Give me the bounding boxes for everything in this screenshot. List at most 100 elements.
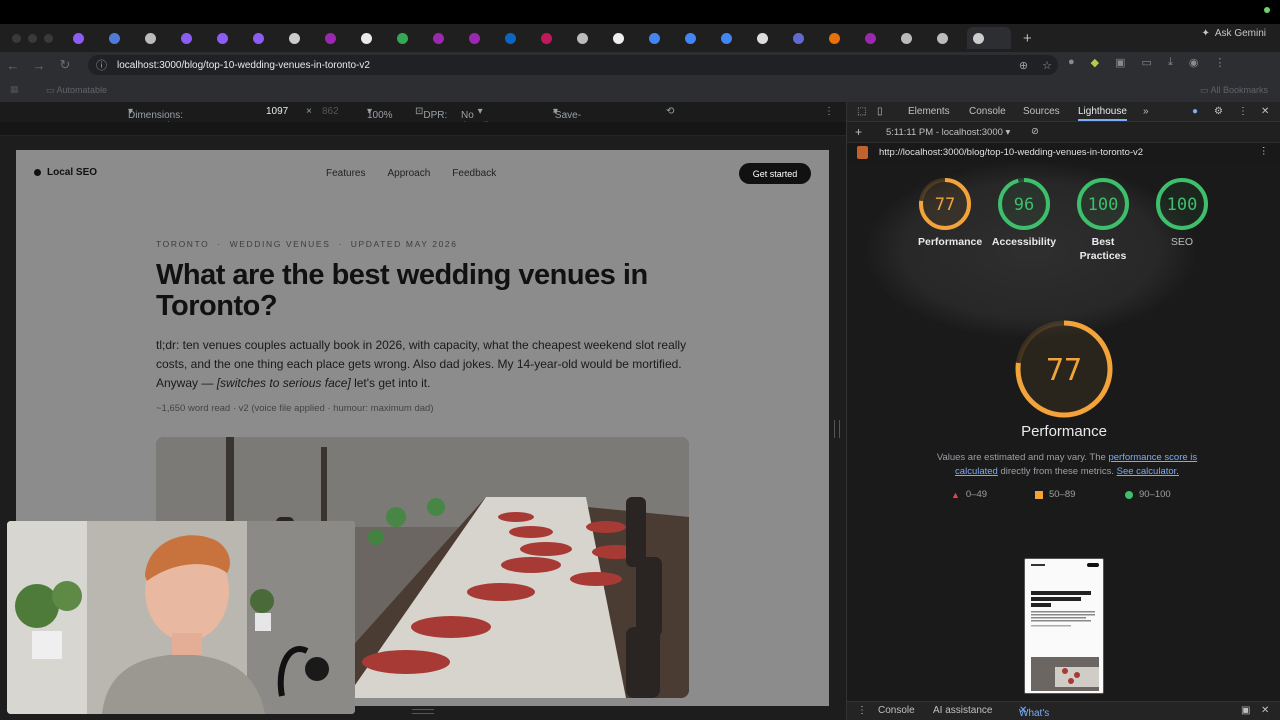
- height-input[interactable]: 862: [322, 106, 339, 117]
- rotate-icon[interactable]: ⟲: [666, 106, 674, 117]
- back-icon[interactable]: ←: [0, 58, 26, 73]
- circle-icon: [1125, 490, 1133, 499]
- svg-text:77: 77: [1046, 353, 1082, 388]
- legend-average: 50–89: [1035, 489, 1075, 500]
- tab-console[interactable]: Console: [969, 106, 1006, 117]
- browser-tab[interactable]: [787, 27, 823, 49]
- dimensions-select[interactable]: Dimensions: Responsive ▾: [128, 106, 183, 132]
- page-screenshot-thumbnail[interactable]: [1024, 558, 1104, 694]
- ask-gemini-button[interactable]: ✦ Ask Gemini: [1201, 28, 1266, 39]
- browser-tab[interactable]: [175, 27, 211, 49]
- nav-link-approach[interactable]: Approach: [387, 168, 430, 179]
- score-gauge-performance[interactable]: 77 Performance: [918, 177, 982, 249]
- zoom-icon[interactable]: ⊕: [1019, 59, 1028, 72]
- tab-sources[interactable]: Sources: [1023, 106, 1060, 117]
- lighthouse-report: 77 Performance 96 Accessibility 100 Best…: [847, 163, 1280, 701]
- score-gauge-best-practices[interactable]: 100 Best Practices: [1076, 177, 1130, 263]
- browser-tab[interactable]: [463, 27, 499, 49]
- apps-grid-icon[interactable]: ▦: [10, 84, 19, 95]
- close-devtools-icon[interactable]: ✕: [1261, 106, 1269, 117]
- score-gauge-seo[interactable]: 100 SEO: [1155, 177, 1209, 249]
- close-drawer-icon[interactable]: ✕: [1261, 705, 1269, 716]
- save-data-select[interactable]: 'Save-Data': default ▾: [553, 106, 583, 143]
- browser-tab[interactable]: [103, 27, 139, 49]
- browser-tab[interactable]: [535, 27, 571, 49]
- article-meta: ~1,650 word read · v2 (voice file applie…: [156, 403, 434, 414]
- site-nav: Local SEO Features Approach Feedback Get…: [16, 150, 829, 196]
- drawer-tab-console[interactable]: Console: [878, 705, 915, 716]
- browser-tab[interactable]: [643, 27, 679, 49]
- webcam-overlay: [7, 521, 355, 714]
- width-input[interactable]: 1097: [266, 106, 288, 117]
- browser-tab[interactable]: [571, 27, 607, 49]
- media-query-ruler: [0, 122, 846, 136]
- drawer-menu-icon[interactable]: ⋮: [857, 705, 867, 716]
- bookmark-automatable[interactable]: ▭ Automatable: [46, 85, 107, 96]
- browser-tab[interactable]: [715, 27, 751, 49]
- new-report-icon[interactable]: +: [855, 125, 862, 139]
- dock-icon[interactable]: ▣: [1241, 705, 1250, 716]
- new-tab-button[interactable]: +: [1023, 30, 1032, 47]
- site-info-icon[interactable]: ⓘ: [96, 57, 107, 73]
- browser-tab[interactable]: [355, 27, 391, 49]
- bookmark-star-icon[interactable]: ☆: [1042, 59, 1052, 72]
- gemini-icon: ✦: [1201, 28, 1210, 39]
- clear-icon[interactable]: ⊘: [1031, 126, 1039, 137]
- big-performance-gauge: 77: [1013, 318, 1115, 425]
- browser-tab[interactable]: [895, 27, 931, 49]
- browser-tab[interactable]: [823, 27, 859, 49]
- url-text: localhost:3000/blog/top-10-wedding-venue…: [117, 59, 370, 71]
- browser-tab[interactable]: [139, 27, 175, 49]
- browser-tab[interactable]: [751, 27, 787, 49]
- report-url[interactable]: http://localhost:3000/blog/top-10-weddin…: [879, 147, 1143, 158]
- get-started-button[interactable]: Get started: [739, 163, 811, 184]
- devtools-panel: ⬚ ▯ Elements Console Sources Lighthouse …: [846, 102, 1280, 720]
- viewport-resize-handle[interactable]: [834, 420, 840, 438]
- window-controls[interactable]: [12, 33, 53, 43]
- see-calculator-link[interactable]: See calculator.: [1117, 466, 1179, 477]
- browser-tab[interactable]: [211, 27, 247, 49]
- ai-badge-icon[interactable]: ●: [1192, 106, 1198, 117]
- kebab-menu-icon[interactable]: ⋮: [1238, 106, 1248, 117]
- report-menu-icon[interactable]: ⋮: [1259, 146, 1269, 157]
- reload-icon[interactable]: ↻: [52, 57, 78, 73]
- browser-tab[interactable]: [391, 27, 427, 49]
- browser-tab[interactable]: [319, 27, 355, 49]
- browser-tab-bar: + ✦ Ask Gemini: [0, 24, 1280, 52]
- lighthouse-toolbar: + 5:11:11 PM - localhost:3000 ▾ ⊘: [847, 123, 1280, 143]
- nav-link-features[interactable]: Features: [326, 168, 365, 179]
- browser-tab[interactable]: [607, 27, 643, 49]
- more-options-icon[interactable]: ⋮: [824, 106, 834, 117]
- extension-icons[interactable]: ● ◆ ▣ ▭ ⤓ ◉ ⋮: [1068, 56, 1225, 69]
- browser-tab[interactable]: [859, 27, 895, 49]
- svg-text:77: 77: [935, 195, 955, 215]
- browser-tab[interactable]: [247, 27, 283, 49]
- browser-tab-active[interactable]: [967, 27, 1011, 49]
- browser-tab[interactable]: [931, 27, 967, 49]
- drawer-tab-whats-new[interactable]: What's new ✕: [1019, 705, 1049, 720]
- performance-heading: Performance: [1021, 423, 1107, 440]
- zoom-select[interactable]: 100% ▾: [367, 106, 393, 121]
- site-logo[interactable]: Local SEO: [47, 167, 97, 178]
- browser-tab[interactable]: [499, 27, 535, 49]
- legend-fail: ▲ 0–49: [951, 489, 988, 500]
- all-bookmarks[interactable]: ▭ All Bookmarks: [1200, 85, 1268, 96]
- forward-icon[interactable]: →: [26, 58, 52, 73]
- drawer-tab-ai-assistance[interactable]: AI assistance: [933, 705, 992, 716]
- more-tabs-icon[interactable]: »: [1143, 106, 1149, 117]
- inspect-icon[interactable]: ⬚: [857, 106, 866, 117]
- viewport-bottom-handle[interactable]: [412, 709, 434, 714]
- report-select[interactable]: 5:11:11 PM - localhost:3000 ▾: [886, 127, 1010, 138]
- tab-elements[interactable]: Elements: [908, 106, 950, 117]
- browser-tab[interactable]: [427, 27, 463, 49]
- browser-tab[interactable]: [67, 27, 103, 49]
- device-toggle-icon[interactable]: ▯: [877, 106, 883, 117]
- browser-tab[interactable]: [679, 27, 715, 49]
- score-gauge-accessibility[interactable]: 96 Accessibility: [992, 177, 1056, 249]
- settings-icon[interactable]: ⚙: [1214, 106, 1223, 117]
- nav-link-feedback[interactable]: Feedback: [452, 168, 496, 179]
- tab-lighthouse[interactable]: Lighthouse: [1078, 106, 1127, 121]
- browser-tab[interactable]: [283, 27, 319, 49]
- url-field[interactable]: ⓘ localhost:3000/blog/top-10-wedding-ven…: [88, 55, 1058, 75]
- throttle-select[interactable]: No throttling ▾: [461, 106, 499, 132]
